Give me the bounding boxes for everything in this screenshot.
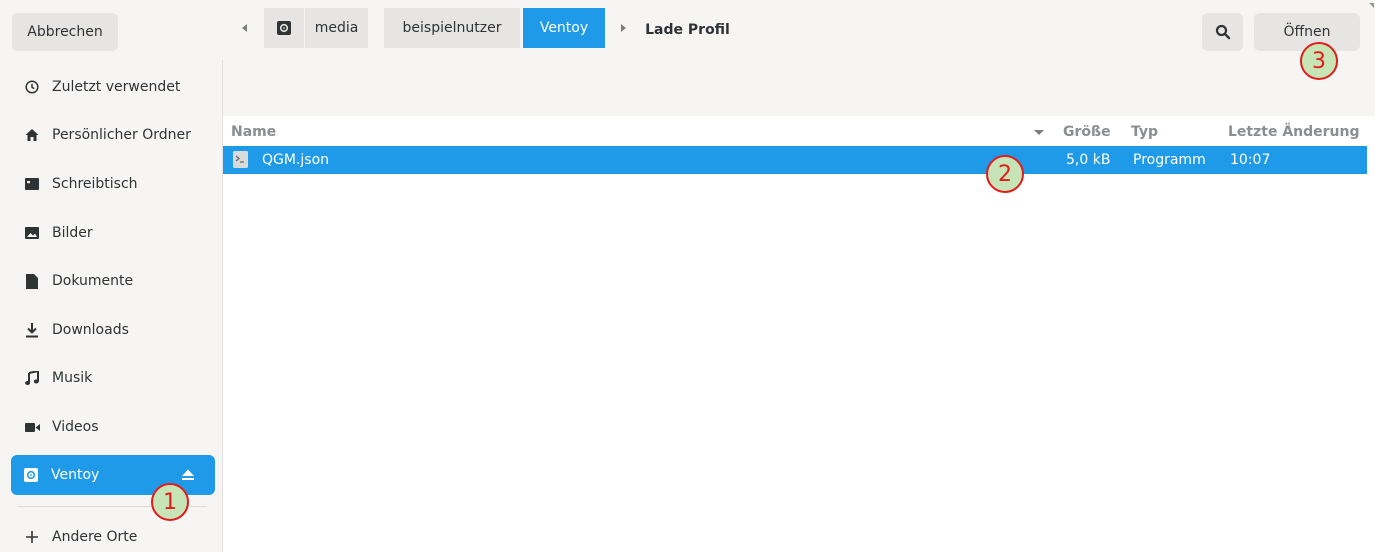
desktop-icon (24, 176, 40, 192)
file-type: Programm (1133, 152, 1206, 168)
chevron-right-icon (621, 24, 626, 32)
header-bar: Abbrechen Lade Profil Öffnen (0, 0, 1375, 60)
eject-icon[interactable] (181, 468, 195, 482)
column-header-size[interactable]: Größe (1063, 124, 1111, 140)
image-icon (24, 225, 40, 241)
music-icon (24, 370, 40, 386)
download-icon (24, 322, 40, 338)
sidebar-item-label: Downloads (52, 322, 129, 338)
column-header-name[interactable]: Name (231, 124, 276, 140)
annotation-marker-3: 3 (1300, 42, 1338, 80)
drive-icon (277, 21, 291, 35)
plus-icon (24, 529, 40, 545)
sort-descending-icon (1034, 130, 1044, 135)
sidebar-item-label: Dokumente (52, 273, 134, 289)
path-crumb-ventoy[interactable]: Ventoy (523, 8, 605, 48)
sidebar-item-pictures[interactable]: Bilder (12, 213, 214, 253)
video-icon (24, 419, 40, 435)
sidebar-item-desktop[interactable]: Schreibtisch (12, 164, 214, 204)
sidebar-item-documents[interactable]: Dokumente (12, 261, 214, 301)
annotation-marker-1: 1 (151, 483, 189, 521)
search-button[interactable] (1202, 13, 1243, 51)
annotation-marker-2: 2 (986, 155, 1024, 193)
sidebar-item-label: Ventoy (51, 467, 100, 483)
file-name[interactable]: QGM.json (262, 152, 329, 168)
document-icon (24, 273, 40, 289)
script-file-icon (233, 151, 248, 168)
sidebar-item-downloads[interactable]: Downloads (12, 310, 214, 350)
search-icon (1215, 24, 1230, 40)
dialog-title: Lade Profil (645, 22, 730, 38)
path-crumb-media[interactable]: media (305, 8, 368, 48)
path-back-arrow[interactable] (239, 21, 251, 35)
home-icon (24, 127, 40, 143)
sidebar-item-home[interactable]: Persönlicher Ordner (12, 115, 214, 155)
sidebar-item-label: Zuletzt verwendet (52, 79, 181, 95)
column-header-modified[interactable]: Letzte Änderung (1228, 124, 1360, 140)
sidebar-item-label: Schreibtisch (52, 176, 138, 192)
sidebar-item-label: Persönlicher Ordner (52, 127, 191, 143)
sidebar-item-other-places[interactable]: Andere Orte (12, 517, 214, 552)
sidebar-item-label: Andere Orte (52, 529, 138, 545)
sidebar-item-label: Videos (52, 419, 99, 435)
drive-icon (23, 467, 39, 483)
sidebar-divider (222, 60, 223, 552)
window-corner (1369, 3, 1374, 8)
sidebar-item-recent[interactable]: Zuletzt verwendet (12, 67, 214, 107)
file-modified: 10:07 (1230, 152, 1271, 168)
column-header-type[interactable]: Typ (1131, 124, 1158, 140)
sidebar-item-music[interactable]: Musik (12, 358, 214, 398)
path-bar (223, 60, 1375, 116)
sidebar-item-label: Bilder (52, 225, 93, 241)
file-size: 5,0 kB (1066, 152, 1111, 168)
path-crumb-drive[interactable] (264, 8, 304, 48)
sidebar-item-videos[interactable]: Videos (12, 407, 214, 447)
chevron-left-icon (242, 24, 247, 32)
path-forward-arrow[interactable] (617, 21, 629, 35)
sidebar-item-label: Musik (52, 370, 93, 386)
clock-icon (24, 79, 40, 95)
path-crumb-beispielnutzer[interactable]: beispielnutzer (384, 8, 520, 48)
